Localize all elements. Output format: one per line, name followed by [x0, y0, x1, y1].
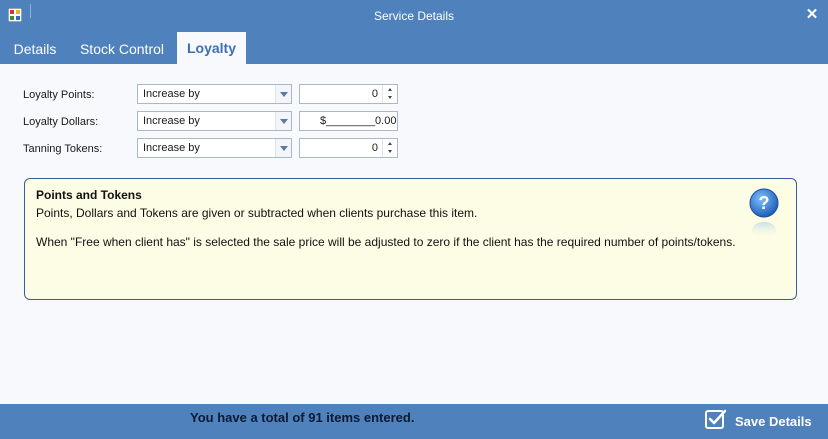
tab-details[interactable]: Details [4, 34, 66, 64]
loyalty-points-mode-value: Increase by [143, 88, 200, 100]
tanning-tokens-mode-select[interactable]: Increase by [137, 138, 292, 158]
help-icon: ? [749, 188, 779, 238]
tab-loyalty[interactable]: Loyalty [177, 32, 246, 64]
increment-arrow-icon[interactable] [383, 139, 397, 148]
tanning-tokens-value: 0 [371, 142, 378, 154]
info-title: Points and Tokens [36, 188, 142, 202]
chevron-down-icon[interactable] [275, 85, 291, 103]
tab-stock-control[interactable]: Stock Control [72, 34, 172, 64]
window-title: Service Details [373, 9, 455, 23]
info-line-1: Points, Dollars and Tokens are given or … [36, 206, 478, 220]
decrement-arrow-icon[interactable] [383, 148, 397, 157]
chevron-down-icon[interactable] [275, 112, 291, 130]
stepper-buttons [382, 85, 397, 103]
decrement-arrow-icon[interactable] [383, 94, 397, 103]
tanning-tokens-stepper[interactable]: 0 [299, 138, 398, 158]
loyalty-points-stepper[interactable]: 0 [299, 84, 398, 104]
info-box: Points and Tokens Points, Dollars and To… [24, 178, 797, 300]
loyalty-dollars-label: Loyalty Dollars: [23, 116, 99, 128]
close-icon: ✕ [805, 6, 819, 23]
tanning-tokens-mode-value: Increase by [143, 142, 200, 154]
loyalty-points-label: Loyalty Points: [23, 89, 95, 101]
info-line-2: When "Free when client has" is selected … [36, 235, 736, 249]
stepper-buttons [382, 139, 397, 157]
loyalty-panel: Loyalty Points: Increase by 0 Loyalty Do… [0, 64, 828, 404]
loyalty-dollars-mode-select[interactable]: Increase by [137, 111, 292, 131]
loyalty-points-value: 0 [371, 88, 378, 100]
loyalty-dollars-input[interactable]: $________0.00 [299, 111, 398, 131]
save-details-button[interactable]: Save Details [703, 407, 821, 435]
increment-arrow-icon[interactable] [383, 85, 397, 94]
close-button[interactable]: ✕ [803, 6, 821, 24]
title-bar: Service Details ✕ [0, 0, 828, 32]
checkmark-icon [705, 409, 727, 429]
svg-text:?: ? [759, 193, 770, 213]
loyalty-points-mode-select[interactable]: Increase by [137, 84, 292, 104]
save-details-label: Save Details [735, 414, 812, 429]
tanning-tokens-label: Tanning Tokens: [23, 143, 103, 155]
tab-strip: Details Stock Control Loyalty [0, 32, 828, 64]
item-count-status: You have a total of 91 items entered. [190, 410, 415, 425]
chevron-down-icon[interactable] [275, 139, 291, 157]
loyalty-dollars-mode-value: Increase by [143, 115, 200, 127]
loyalty-dollars-value: $________0.00 [320, 115, 397, 127]
